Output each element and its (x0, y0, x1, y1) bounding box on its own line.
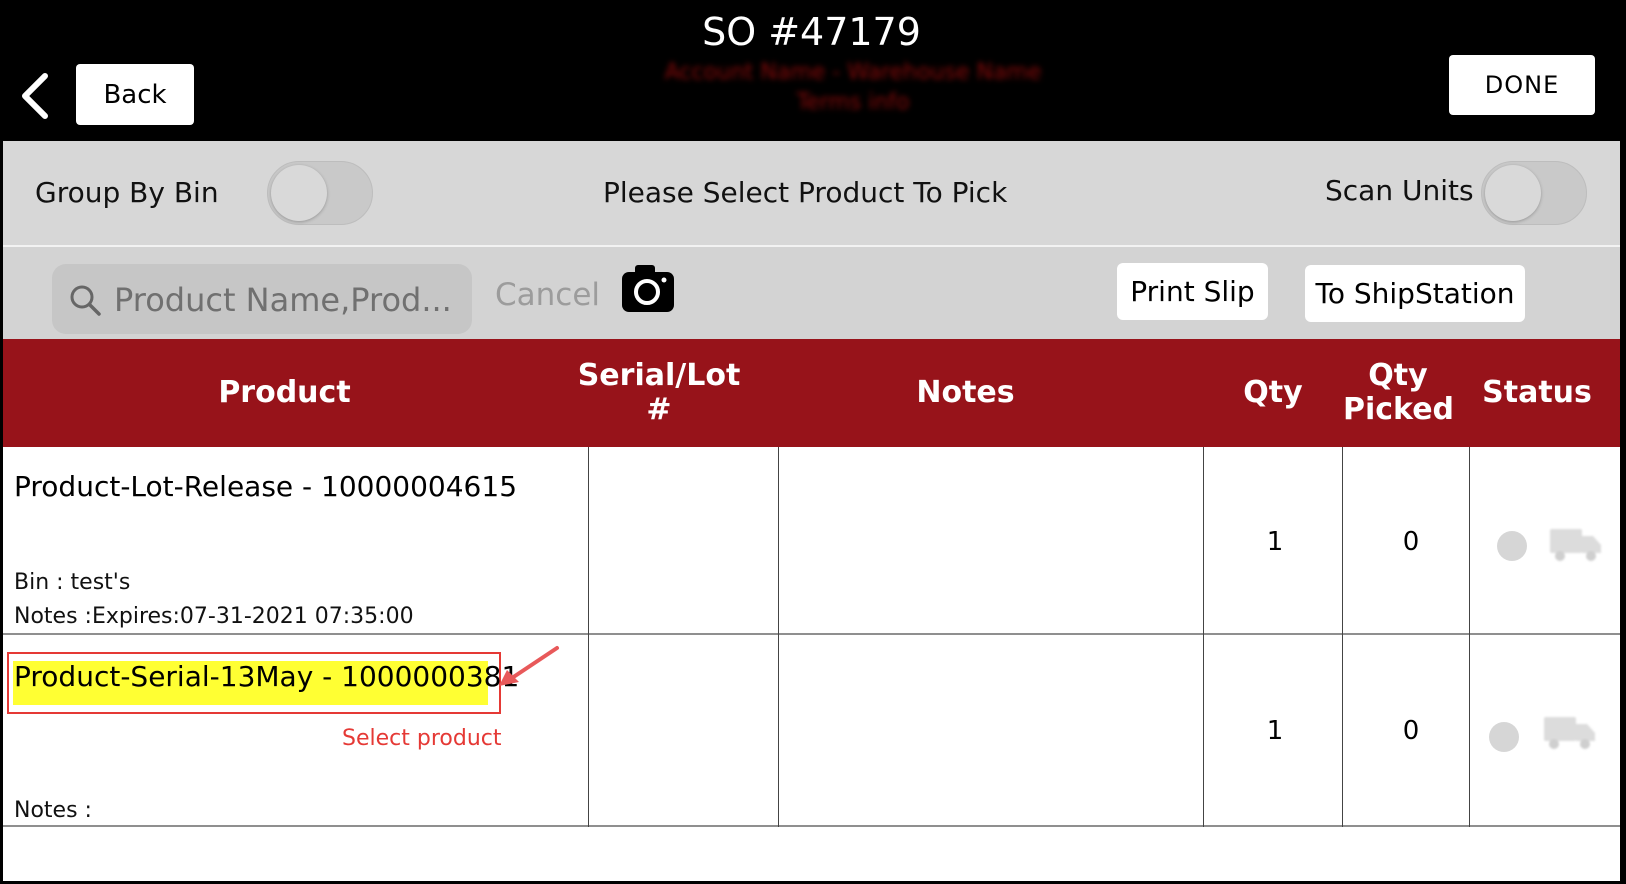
search-bar: Cancel Print Slip To ShipStation (3, 247, 1620, 339)
select-product-callout: Select product (342, 726, 502, 751)
product-notes: Notes : (14, 798, 92, 823)
truck-icon (1544, 717, 1595, 749)
qty-cell: 1 (1266, 716, 1284, 746)
product-name[interactable]: Product-Lot-Release - 10000004615 (14, 470, 517, 503)
subtitle-line-2: Terms info (796, 90, 910, 115)
qty-picked-cell: 0 (1402, 527, 1420, 557)
page-title: SO #47179 (702, 10, 921, 54)
group-by-bin-label: Group By Bin (35, 176, 219, 209)
callout-arrow-icon (499, 646, 559, 686)
search-input[interactable] (112, 276, 466, 324)
done-button[interactable]: DONE (1449, 55, 1595, 115)
scan-units-label: Scan Units (1325, 174, 1474, 207)
search-icon (70, 285, 101, 316)
group-by-bin-toggle[interactable] (267, 161, 373, 225)
status-dot-icon (1489, 722, 1519, 752)
options-bar: Group By Bin Please Select Product To Pi… (3, 141, 1620, 247)
chevron-left-icon[interactable] (17, 72, 53, 120)
column-header-status: Status (1482, 375, 1592, 410)
column-header-product: Product (218, 375, 351, 410)
product-notes: Notes :Expires:07-31-2021 07:35:00 (14, 604, 414, 629)
column-divider (778, 447, 779, 827)
instruction-text: Please Select Product To Pick (603, 176, 1008, 209)
qty-cell: 1 (1266, 527, 1284, 557)
scan-units-toggle[interactable] (1481, 161, 1587, 225)
truck-icon (1550, 529, 1601, 561)
app-frame: Back SO #47179 Account Name - Warehouse … (3, 0, 1620, 881)
column-divider (1469, 447, 1470, 827)
column-divider (1203, 447, 1204, 827)
order-subtitle: Account Name - Warehouse Name Terms info (563, 58, 1143, 118)
table-header: Product Serial/Lot # Notes Qty Qty Picke… (3, 339, 1620, 447)
status-dot-icon (1497, 531, 1527, 561)
column-header-serial-lot: Serial/Lot # (577, 358, 741, 427)
qty-picked-cell: 0 (1402, 716, 1420, 746)
column-divider (1342, 447, 1343, 827)
cancel-button[interactable]: Cancel (495, 277, 600, 313)
subtitle-line-1: Account Name - Warehouse Name (664, 60, 1042, 85)
column-header-qty-picked: Qty Picked (1338, 339, 1458, 447)
qty-picked-label: Qty Picked (1343, 358, 1455, 427)
camera-icon[interactable] (620, 262, 676, 314)
navigation-bar: Back SO #47179 Account Name - Warehouse … (3, 0, 1620, 141)
column-divider (588, 447, 589, 827)
print-slip-button[interactable]: Print Slip (1117, 263, 1268, 320)
column-header-notes: Notes (916, 375, 1015, 410)
back-button[interactable]: Back (76, 64, 194, 125)
toggle-knob (1485, 165, 1541, 221)
product-name[interactable]: Product-Serial-13May - 1000000381 (14, 660, 519, 693)
product-bin: Bin : test's (14, 570, 131, 595)
toggle-knob (271, 165, 327, 221)
search-field[interactable] (52, 264, 472, 334)
column-header-qty: Qty (1243, 375, 1303, 410)
to-shipstation-button[interactable]: To ShipStation (1305, 265, 1525, 322)
